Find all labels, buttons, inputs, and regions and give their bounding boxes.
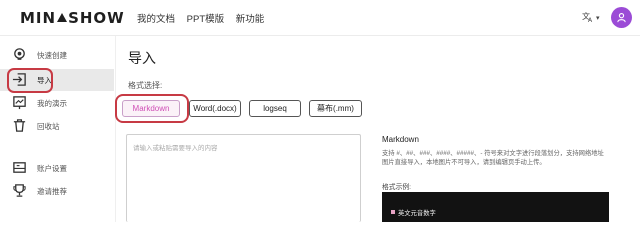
logo[interactable]: MIN SHOW — [20, 9, 125, 27]
nav-new-features[interactable]: 新功能 — [236, 14, 265, 25]
help-description: 支持 #、##、###、####、#####、- 符号来对文字进行段落划分，支持… — [382, 150, 604, 166]
sidebar-item-account-settings[interactable]: 账户设置 — [0, 157, 114, 179]
example-label: 格式示例: — [382, 184, 412, 191]
user-icon — [617, 13, 626, 23]
sidebar: 快速创建 导入 我的演示 回收站 账户设置 邀请推荐 — [0, 36, 116, 222]
format-logseq-button[interactable]: logseq — [249, 100, 301, 117]
bullet-icon — [391, 210, 395, 214]
sidebar-item-label: 邀请推荐 — [37, 187, 67, 196]
settings-icon — [13, 162, 26, 173]
textarea-placeholder: 请输入或粘贴需要导入的内容 — [133, 145, 218, 152]
example-line: 英文元音数字 — [391, 208, 436, 217]
top-bar: MIN SHOW 我的文档 PPT模版 新功能 文 A ▾ — [0, 0, 640, 36]
sidebar-item-label: 账户设置 — [37, 164, 67, 173]
sidebar-item-label: 快速创建 — [37, 51, 67, 60]
help-title: Markdown — [382, 135, 419, 144]
sidebar-item-invite[interactable]: 邀请推荐 — [0, 180, 114, 202]
sidebar-item-my-presentations[interactable]: 我的演示 — [0, 92, 114, 114]
avatar[interactable] — [611, 7, 632, 28]
format-word-button[interactable]: Word(.docx) — [189, 100, 241, 117]
svg-text:A: A — [588, 17, 593, 22]
trophy-icon — [13, 184, 26, 197]
nav-ppt-templates[interactable]: PPT模版 — [187, 14, 224, 25]
sidebar-item-label: 回收站 — [37, 122, 60, 131]
chevron-down-icon: ▾ — [596, 15, 600, 22]
sidebar-item-label: 我的演示 — [37, 99, 67, 108]
lightbulb-icon — [14, 48, 25, 60]
import-highlight-annotation — [7, 68, 53, 93]
logo-text-left: MIN — [20, 9, 57, 27]
example-preview: 英文元音数字 — [382, 192, 609, 222]
format-label: 格式选择: — [128, 81, 163, 90]
language-switcher[interactable]: 文 A ▾ — [582, 10, 600, 24]
logo-triangle-icon — [57, 13, 68, 22]
import-content-textarea[interactable]: 请输入或粘贴需要导入的内容 — [126, 134, 361, 222]
sidebar-item-recycle-bin[interactable]: 回收站 — [0, 115, 114, 137]
format-mubu-button[interactable]: 幕布(.mm) — [309, 100, 362, 117]
page-title: 导入 — [128, 50, 156, 66]
nav-my-documents[interactable]: 我的文档 — [137, 14, 175, 25]
markdown-highlight-annotation — [115, 94, 189, 123]
trash-icon — [13, 119, 26, 132]
logo-text-right: SHOW — [68, 9, 125, 27]
example-line-text: 英文元音数字 — [398, 210, 436, 217]
translate-icon: 文 A — [582, 11, 593, 24]
top-nav: 我的文档 PPT模版 新功能 — [137, 11, 273, 25]
presentation-icon — [13, 96, 26, 110]
sidebar-item-quick-create[interactable]: 快速创建 — [0, 44, 114, 66]
